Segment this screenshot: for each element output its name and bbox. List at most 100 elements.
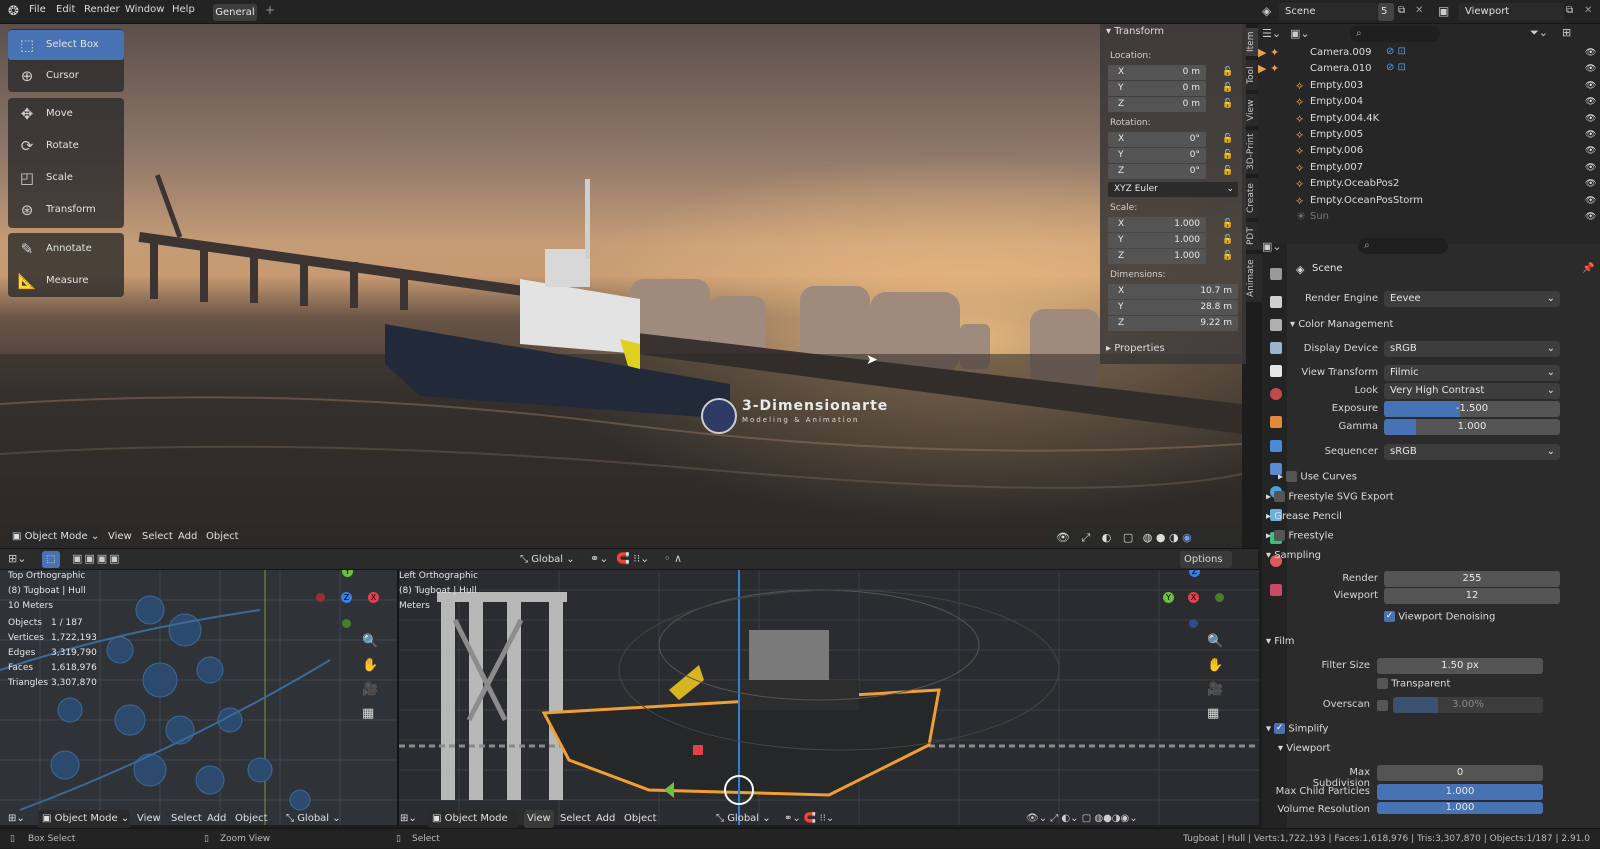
- ortho-grid-icon[interactable]: ▦: [1207, 706, 1219, 721]
- menu-render[interactable]: Render: [84, 4, 120, 15]
- film-panel-header[interactable]: ▾ Film: [1266, 636, 1295, 647]
- visibility-eye-icon[interactable]: 👁: [1585, 64, 1596, 74]
- camera-view-icon[interactable]: 🎥: [1207, 682, 1223, 697]
- outliner-item[interactable]: Camera.010: [1310, 61, 1372, 77]
- location-z-field[interactable]: Z0 m: [1108, 97, 1206, 112]
- tool-rotate[interactable]: ⟳ Rotate: [8, 131, 124, 161]
- side-view-shading-icons[interactable]: 👁⌄ ⤢ ◐⌄ ▢ ◍●◑◉⌄: [1026, 810, 1138, 828]
- world-tab-icon[interactable]: [1270, 388, 1282, 400]
- lock-icon[interactable]: 🔓: [1222, 235, 1233, 245]
- viewport-denoising-checkbox[interactable]: ✓: [1384, 611, 1395, 622]
- rotation-x-field[interactable]: X 0°: [1108, 132, 1206, 147]
- copy-scene-icon[interactable]: ⧉: [1398, 5, 1405, 16]
- simplify-viewport-subpanel[interactable]: ▾ Viewport: [1278, 743, 1330, 754]
- side-view-orientation-dropdown[interactable]: ⤡ Global ⌄: [716, 810, 778, 828]
- freestyle-panel-header[interactable]: ▸ Freestyle: [1266, 530, 1334, 542]
- render-samples-field[interactable]: 255: [1384, 571, 1560, 587]
- location-y-field[interactable]: Y0 m: [1108, 81, 1206, 96]
- visibility-icon[interactable]: 👁: [1056, 531, 1070, 544]
- outliner-item[interactable]: Empty.004: [1310, 94, 1363, 110]
- dimensions-z-field[interactable]: Z 9.22 m: [1108, 316, 1238, 331]
- top-view-orientation-dropdown[interactable]: ⤡ Global ⌄: [286, 810, 348, 828]
- menu-edit[interactable]: Edit: [56, 4, 75, 15]
- use-curves-panel-header[interactable]: ▸ Use Curves: [1278, 471, 1357, 483]
- rotation-y-field[interactable]: Y 0°: [1108, 148, 1206, 163]
- transform-panel-title[interactable]: ▾ Transform: [1106, 26, 1164, 37]
- select-mode-icon[interactable]: ⬚: [42, 551, 60, 568]
- editor-type-icon[interactable]: ⊞⌄: [8, 552, 26, 565]
- max-child-particles-slider[interactable]: 1.000: [1377, 784, 1543, 800]
- properties-subpanel[interactable]: ▸ Properties: [1106, 343, 1165, 354]
- outliner-item[interactable]: Empty.OceabPos2: [1310, 176, 1399, 192]
- selection-modes-icons[interactable]: ▣▣▣▣: [72, 552, 122, 565]
- side-view-menu-select[interactable]: Select: [560, 810, 591, 828]
- freestyle-checkbox[interactable]: [1274, 530, 1286, 541]
- tool-transform[interactable]: ⊛ Transform: [8, 195, 124, 225]
- side-view-menu-add[interactable]: Add: [596, 810, 615, 828]
- solid-shading-icon[interactable]: ●: [1156, 531, 1166, 544]
- visibility-eye-icon[interactable]: 👁: [1585, 130, 1596, 140]
- scene-selector-icon[interactable]: ◈: [1262, 4, 1271, 18]
- add-workspace-button[interactable]: +: [265, 3, 275, 17]
- viewlayer-name-field[interactable]: Viewport: [1459, 3, 1564, 21]
- scale-z-field[interactable]: Z 1.000: [1108, 249, 1206, 264]
- material-shading-icon[interactable]: ◑: [1169, 531, 1179, 544]
- location-x-field[interactable]: X0 m: [1108, 65, 1206, 80]
- editor-type-icon[interactable]: ⊞⌄: [400, 810, 417, 828]
- dimensions-y-field[interactable]: Y 28.8 m: [1108, 300, 1238, 315]
- exposure-slider[interactable]: -1.500: [1384, 401, 1560, 417]
- viewport-menu-view[interactable]: View: [108, 527, 132, 547]
- viewport-menu-object[interactable]: Object: [206, 527, 239, 547]
- pan-hand-icon[interactable]: ✋: [1207, 658, 1223, 673]
- simplify-checkbox[interactable]: ✓: [1274, 723, 1286, 734]
- output-tab-icon[interactable]: [1270, 319, 1282, 331]
- tool-move[interactable]: ✥ Move: [8, 99, 124, 129]
- sampling-panel-header[interactable]: ▾ Sampling: [1266, 550, 1321, 561]
- outliner-item[interactable]: Empty.005: [1310, 127, 1363, 143]
- lock-icon[interactable]: 🔓: [1222, 251, 1233, 261]
- gizmo-icon[interactable]: ⤢: [1081, 531, 1090, 544]
- filter-icon[interactable]: ⏷⌄: [1530, 26, 1548, 40]
- gizmo-neg-z-icon[interactable]: [1189, 619, 1198, 628]
- lock-icon[interactable]: 🔓: [1222, 134, 1233, 144]
- menu-help[interactable]: Help: [172, 4, 195, 15]
- transparent-checkbox[interactable]: [1377, 678, 1388, 689]
- visibility-eye-icon[interactable]: 👁: [1585, 146, 1596, 156]
- close-scene-icon[interactable]: ✕: [1415, 5, 1423, 16]
- tool-measure[interactable]: 📐 Measure: [8, 266, 124, 296]
- viewport-mode-dropdown[interactable]: ▣ Object Mode ⌄: [8, 527, 100, 547]
- scene-name-field[interactable]: Scene: [1279, 3, 1377, 21]
- overscan-checkbox[interactable]: [1377, 700, 1388, 711]
- visibility-eye-icon[interactable]: 👁: [1585, 179, 1596, 189]
- gizmo-z-axis-icon[interactable]: Z: [341, 592, 352, 603]
- outliner-search-input[interactable]: ⌕: [1350, 26, 1440, 42]
- grease-pencil-panel-header[interactable]: ▸ Grease Pencil: [1266, 511, 1342, 522]
- visibility-eye-icon[interactable]: 👁: [1585, 48, 1596, 58]
- gizmo-y-axis-icon[interactable]: Y: [1163, 592, 1174, 603]
- side-view-mode-dropdown[interactable]: ▣ Object Mode ⌄: [428, 810, 518, 842]
- rotation-mode-dropdown[interactable]: XYZ Euler ⌄: [1108, 182, 1238, 197]
- viewport-divider[interactable]: [397, 570, 399, 825]
- simplify-panel-header[interactable]: ▾ ✓ Simplify: [1266, 723, 1328, 735]
- volume-resolution-slider[interactable]: 1.000: [1377, 802, 1543, 814]
- viewlayer-icon[interactable]: ▣: [1438, 4, 1449, 18]
- sequencer-dropdown[interactable]: sRGB ⌄: [1384, 444, 1560, 460]
- color-management-panel-header[interactable]: ▾ Color Management: [1290, 319, 1393, 330]
- snap-icon[interactable]: 🧲 ⁝⁝⌄: [616, 552, 649, 565]
- overlay-icon[interactable]: ◐: [1102, 531, 1112, 544]
- scale-y-field[interactable]: Y 1.000: [1108, 233, 1206, 248]
- tool-cursor[interactable]: ⊕ Cursor: [8, 61, 124, 91]
- freestyle-svg-panel-header[interactable]: ▸ Freestyle SVG Export: [1266, 491, 1394, 503]
- close-viewlayer-icon[interactable]: ✕: [1584, 5, 1592, 16]
- zoom-icon[interactable]: 🔍: [1207, 634, 1223, 649]
- viewport-denoising-toggle[interactable]: ✓ Viewport Denoising: [1384, 611, 1495, 623]
- editor-type-icon[interactable]: ⊞⌄: [8, 810, 25, 828]
- ortho-grid-icon[interactable]: ▦: [362, 706, 374, 721]
- camera-view-icon[interactable]: 🎥: [362, 682, 378, 697]
- blender-logo-icon[interactable]: ❂: [8, 4, 19, 19]
- viewport-samples-field[interactable]: 12: [1384, 588, 1560, 604]
- properties-search-input[interactable]: ⌕: [1358, 238, 1448, 254]
- main-3d-viewport[interactable]: 3-Dimensionarte Modeling & Animation ➤: [0, 24, 1242, 548]
- visibility-eye-icon[interactable]: 👁: [1585, 97, 1596, 107]
- viewport-menu-select[interactable]: Select: [142, 527, 173, 547]
